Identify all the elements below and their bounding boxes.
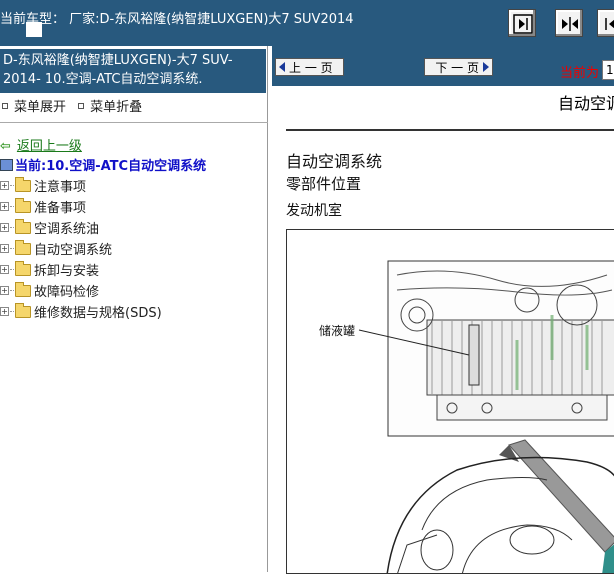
tree-item-label: 拆卸与安装	[34, 264, 100, 279]
folder-icon	[15, 260, 31, 276]
location-heading: 发动机室	[286, 203, 342, 219]
current-section: 当前:10.空调-ATC自动空调系统	[0, 155, 206, 174]
top-bar: 当前车型： 厂家:D-东风裕隆(纳智捷LUXGEN)大7 SUV2014	[0, 0, 614, 46]
tree-item[interactable]: + 准备事项	[0, 196, 162, 217]
collapse-pane-button[interactable]	[597, 9, 614, 37]
computer-icon	[0, 159, 13, 171]
tree-item-label: 空调系统油	[34, 222, 100, 237]
split-pane-button[interactable]	[555, 9, 583, 37]
tree-item[interactable]: + 拆卸与安装	[0, 259, 162, 280]
current-page-label: 当前为	[560, 66, 600, 81]
subsection-heading: 零部件位置	[286, 175, 362, 193]
tree-item-label: 注意事项	[34, 180, 87, 195]
document-toolbar: 上 一 页 下 一 页 当前为 1	[272, 46, 614, 86]
collapse-square-icon	[78, 103, 85, 109]
divider	[0, 122, 268, 123]
header-rule	[286, 129, 614, 131]
tree-item-label: 自动空调系统	[34, 243, 113, 258]
left-triangle-icon	[279, 62, 285, 72]
collapse-pane-icon	[605, 18, 614, 30]
receiver-drier-label: 储液罐	[319, 324, 356, 338]
tree-item[interactable]: + 注意事项	[0, 175, 162, 196]
section-tree: + 注意事项 + 准备事项 + 空调系统油 + 自动空调系统 + 拆卸与安装 + 故障码检修…	[0, 175, 162, 322]
prev-page-label: 上 一 页	[289, 60, 333, 75]
menu-ops: 菜单展开 菜单折叠	[0, 96, 142, 115]
tree-item[interactable]: + 维修数据与规格(SDS)	[0, 301, 162, 322]
document-title: D-东风裕隆(纳智捷LUXGEN)-大7 SUV-2014- 10.空调-ATC…	[0, 49, 266, 93]
tree-item[interactable]: + 故障码检修	[0, 280, 162, 301]
expand-square-icon	[2, 103, 8, 109]
expand-plus-icon[interactable]: +	[0, 244, 9, 253]
folder-icon	[15, 218, 31, 234]
tree-item-label: 故障码检修	[34, 285, 100, 300]
tree-item[interactable]: + 空调系统油	[0, 217, 162, 238]
expand-plus-icon[interactable]: +	[0, 181, 9, 190]
next-page-label: 下 一 页	[435, 60, 479, 75]
folder-icon	[15, 281, 31, 297]
car-info: 当前车型： 厂家:D-东风裕隆(纳智捷LUXGEN)大7 SUV2014	[0, 12, 354, 27]
split-pane-icon	[562, 17, 578, 31]
expand-pane-icon	[513, 14, 533, 34]
back-link[interactable]: ⇦ 返回上一级	[0, 135, 82, 154]
menu-collapse-link[interactable]: 菜单折叠	[90, 100, 142, 115]
next-page-button[interactable]: 下 一 页	[424, 58, 493, 76]
expand-pane-button[interactable]	[508, 9, 536, 37]
right-triangle-icon	[483, 62, 489, 72]
app-icon	[26, 22, 42, 37]
folder-icon	[15, 302, 31, 318]
back-link-label: 返回上一级	[16, 139, 82, 154]
folder-icon	[15, 239, 31, 255]
prev-page-button[interactable]: 上 一 页	[275, 58, 344, 76]
folder-icon	[15, 197, 31, 213]
tree-item-label: 准备事项	[34, 201, 87, 216]
current-section-label: 当前:10.空调-ATC自动空调系统	[15, 159, 207, 174]
navigation-panel: D-东风裕隆(纳智捷LUXGEN)-大7 SUV-2014- 10.空调-ATC…	[0, 46, 268, 572]
expand-plus-icon[interactable]: +	[0, 307, 9, 316]
section-heading: 自动空调系统	[286, 152, 383, 171]
back-arrow-icon: ⇦	[0, 139, 11, 154]
expand-plus-icon[interactable]: +	[0, 202, 9, 211]
tree-item-label: 维修数据与规格(SDS)	[34, 306, 162, 321]
menu-expand-link[interactable]: 菜单展开	[14, 100, 66, 115]
document-pane: 上 一 页 下 一 页 当前为 1 自动空调 自动空调系统 零部件位置 发动机室	[272, 46, 614, 574]
engine-bay-diagram: 储液罐	[286, 229, 614, 574]
tree-item[interactable]: + 自动空调系统	[0, 238, 162, 259]
engine-bay-illustration	[358, 260, 614, 573]
running-head: 自动空调	[558, 94, 614, 113]
expand-plus-icon[interactable]: +	[0, 286, 9, 295]
folder-icon	[15, 176, 31, 192]
expand-plus-icon[interactable]: +	[0, 223, 9, 232]
page-number-input[interactable]: 1	[602, 60, 614, 80]
expand-plus-icon[interactable]: +	[0, 265, 9, 274]
